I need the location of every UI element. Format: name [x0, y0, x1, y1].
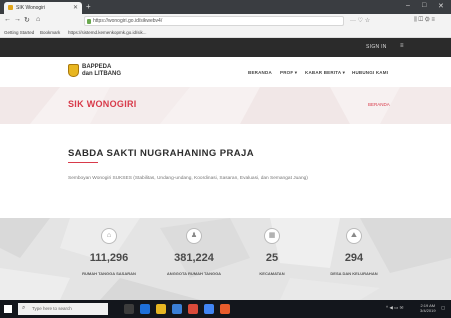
clock-date: 3/4/2019 — [420, 308, 436, 313]
close-tab-icon[interactable]: ✕ — [73, 4, 78, 11]
hero-banner: SIK WONOGIRI BERANDA — [0, 87, 451, 124]
nav-beranda[interactable]: BERANDA — [248, 70, 272, 75]
tab-title: SIK Wonogiri — [16, 5, 46, 11]
new-tab-button[interactable]: + — [86, 2, 91, 11]
maximize-icon[interactable]: □ — [422, 2, 426, 9]
menu-icon[interactable]: ≡ — [400, 43, 404, 49]
address-bar[interactable]: https://wonogiri.go.id/sikwebv4/ — [84, 16, 344, 26]
edge-icon[interactable] — [140, 304, 150, 314]
home-nav-icon[interactable]: ⌂ — [36, 16, 40, 23]
building-icon: ▦ — [264, 228, 280, 244]
nav-hubungi-kami[interactable]: HUBUNGI KAMI — [352, 70, 388, 75]
stat-label: RUMAH TANGGA SASARAN — [82, 271, 136, 276]
site-header: BAPPEDA dan LITBANG BERANDA PROF ▾ KABAR… — [0, 57, 451, 87]
title-underline — [68, 162, 98, 163]
windows-taskbar: ⌕ Type here to search ^ ◀ ▭ ✉ 2:19 AM 3/… — [0, 300, 451, 318]
bookmarks-bar: Getting Started Bookmark https://sistemd… — [0, 28, 451, 38]
search-icon: ⌕ — [22, 305, 26, 311]
forward-icon[interactable]: → — [14, 16, 21, 23]
stats-section: ⌂ 111,296 RUMAH TANGGA SASARAN ♟ 381,224… — [0, 218, 451, 300]
stat-value: 25 — [265, 252, 279, 264]
stat-label: ANGGOTA RUMAH TANGGA — [166, 271, 222, 276]
system-tray-icon[interactable]: ^ ◀ ▭ ✉ — [386, 305, 403, 311]
home-icon: ⌂ — [101, 228, 117, 244]
browser-tabbar: SIK Wonogiri ✕ + – □ ✕ — [0, 0, 451, 14]
stat-label: DESA DAN KELURAHAN — [330, 271, 378, 276]
firefox-icon[interactable] — [188, 304, 198, 314]
bookmark-item[interactable]: https://sistemd.kemenkopmk.go.id/sik... — [68, 30, 147, 35]
nav-kabar-berita[interactable]: KABAR BERITA ▾ — [305, 70, 345, 76]
web-page: SIGN IN ≡ BAPPEDA dan LITBANG BERANDA PR… — [0, 38, 451, 300]
chrome-icon[interactable] — [204, 304, 214, 314]
taskbar-clock[interactable]: 2:19 AM 3/4/2019 — [420, 303, 436, 313]
people-icon: ♟ — [186, 228, 202, 244]
close-window-icon[interactable]: ✕ — [438, 2, 444, 10]
lock-icon — [87, 19, 91, 24]
minimize-icon[interactable]: – — [406, 2, 410, 9]
browser-tab[interactable]: SIK Wonogiri ✕ — [4, 2, 82, 14]
url-text: https://wonogiri.go.id/sikwebv4/ — [93, 18, 163, 24]
stat-value: 381,224 — [174, 252, 214, 264]
extensions-icon[interactable]: ⫼ ◫ ⚙ ≡ — [414, 17, 435, 24]
stat-value: 111,296 — [89, 252, 129, 264]
breadcrumb-link[interactable]: BERANDA — [368, 102, 390, 107]
favicon-icon — [8, 5, 13, 10]
top-strip: SIGN IN ≡ — [0, 38, 451, 57]
map-icon: ⛰ — [346, 228, 362, 244]
reload-icon[interactable]: ↻ — [24, 16, 30, 24]
page-actions-icon[interactable]: ··· ♡ ☆ — [350, 17, 370, 24]
section-title: SABDA SAKTI NUGRAHANING PRAJA — [68, 148, 254, 159]
app-icon[interactable] — [220, 304, 230, 314]
bappeda-logo[interactable] — [68, 64, 79, 77]
task-view-icon[interactable] — [124, 304, 134, 314]
notification-icon[interactable]: ▢ — [441, 305, 445, 311]
taskbar-search[interactable]: ⌕ Type here to search — [18, 303, 108, 315]
nav-prof[interactable]: PROF ▾ — [280, 70, 297, 76]
brand-line2[interactable]: dan LITBANG — [82, 71, 121, 77]
stat-value: 294 — [344, 252, 364, 264]
bookmark-item[interactable]: Getting Started — [4, 30, 34, 35]
windows-start-icon[interactable] — [4, 305, 12, 313]
desktop-frame: SIK Wonogiri ✕ + – □ ✕ ← → ↻ ⌂ https://w… — [0, 0, 451, 318]
file-explorer-icon[interactable] — [156, 304, 166, 314]
back-icon[interactable]: ← — [4, 16, 11, 23]
tagline-text: Semboyan Wonogiri SUKSES (Stabilitas, Un… — [68, 176, 308, 181]
brand-line1[interactable]: BAPPEDA — [82, 64, 111, 70]
hero-title: SIK WONOGIRI — [68, 99, 137, 109]
browser-toolbar: ← → ↻ ⌂ https://wonogiri.go.id/sikwebv4/… — [0, 14, 451, 28]
store-icon[interactable] — [172, 304, 182, 314]
signin-link[interactable]: SIGN IN — [366, 44, 387, 50]
search-placeholder: Type here to search — [32, 306, 72, 311]
bookmark-item[interactable]: Bookmark — [40, 30, 60, 35]
stat-label: KECAMATAN — [259, 271, 285, 276]
